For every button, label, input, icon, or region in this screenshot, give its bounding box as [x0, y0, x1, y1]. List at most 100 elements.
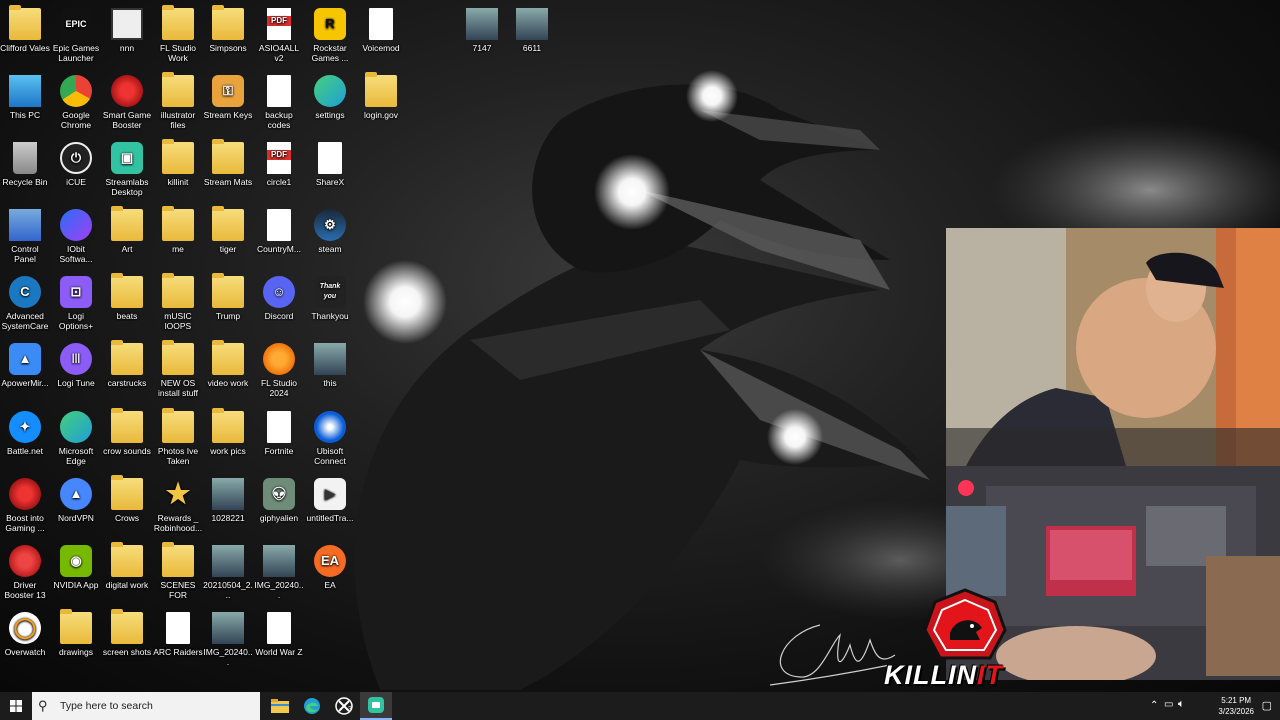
desktop-icon[interactable]: PDF ASIO4ALL v2 Instruction...	[254, 6, 304, 63]
folder-icon	[111, 408, 143, 443]
desktop-icon[interactable]: drawings	[51, 609, 101, 657]
desktop-icon[interactable]: Stream Mats	[203, 139, 253, 187]
desktop-icon[interactable]: this	[305, 341, 355, 388]
desktop-icon[interactable]: settings	[305, 73, 355, 120]
desktop-icon[interactable]: Control Panel	[0, 207, 50, 264]
desktop-icon[interactable]: backup codes 2fact...	[254, 73, 304, 130]
desktop-icon[interactable]: ▲ NordVPN	[51, 476, 101, 523]
desktop-icon[interactable]: Clifford Vales	[0, 5, 50, 53]
start-button[interactable]	[0, 692, 32, 720]
edge-icon	[314, 75, 346, 107]
desktop-icon[interactable]: IMG_20240...	[254, 543, 304, 600]
desktop-icon[interactable]: ◉ NVIDIA App	[51, 543, 101, 590]
folder-icon	[162, 408, 194, 443]
desktop-icon[interactable]: Microsoft Edge	[51, 409, 101, 466]
desktop-icon[interactable]: 7147	[457, 6, 507, 53]
desktop-icon[interactable]: Google Chrome	[51, 73, 101, 130]
taskbar-xbox[interactable]: 3	[328, 692, 360, 720]
desktop-icon[interactable]: Trump	[203, 273, 253, 321]
desktop-icon[interactable]: EPIC Epic Games Launcher	[51, 6, 101, 63]
desktop-icon-label: ShareX	[315, 177, 345, 187]
taskbar-file-explorer[interactable]	[264, 692, 296, 720]
desktop-icon[interactable]: Driver Booster 13	[0, 543, 50, 600]
desktop-icon[interactable]: C Advanced SystemCare	[0, 274, 50, 331]
desktop-icon[interactable]: Ubisoft Connect	[305, 409, 355, 466]
desktop-icon[interactable]: R Rockstar Games ...	[305, 6, 355, 63]
desktop-icon[interactable]: IMG_20240...	[203, 610, 253, 667]
desktop-icon[interactable]: ▲ ApowerMir...	[0, 341, 50, 388]
desktop-icon[interactable]: ARC Raiders	[153, 610, 203, 657]
desktop-icon[interactable]: FL Studio Work	[153, 5, 203, 63]
desktop-icon-label: SCENES FOR STREAM	[160, 580, 196, 600]
desktop-icon[interactable]: carstrucks	[102, 340, 152, 388]
desktop-icon[interactable]: Recycle Bin	[0, 140, 50, 187]
desktop-icon-label: FL Studio 2024	[260, 378, 298, 398]
desktop-icon[interactable]: ⚿ Stream Keys	[203, 73, 253, 120]
desktop-icon[interactable]: mUSIC lOOPS	[153, 273, 203, 331]
search-placeholder: Type here to search	[60, 700, 153, 712]
desktop-icon[interactable]: Crows	[102, 475, 152, 523]
desktop-icon[interactable]: ⊡ Logi Options+	[51, 274, 101, 331]
desktop-icon[interactable]: Thank you Thankyou	[305, 274, 355, 321]
desktop-icon[interactable]: This PC	[0, 73, 50, 120]
volume-icon[interactable]: 🔈︎	[1178, 698, 1185, 711]
desktop-icon[interactable]: me	[153, 206, 203, 254]
desktop-icon[interactable]: ☺ Discord	[254, 274, 304, 321]
desktop-icon[interactable]: 20210504_2...	[203, 543, 253, 600]
desktop-icon[interactable]: SCENES FOR STREAM	[153, 542, 203, 600]
clock[interactable]: 5:21 PM 3/23/2026	[1218, 695, 1254, 717]
desktop-icon[interactable]: ||| Logi Tune	[51, 341, 101, 388]
desktop-icon[interactable]: Voicemod	[356, 6, 406, 53]
streamlabs-icon	[368, 697, 384, 713]
desktop-icon[interactable]: killinit	[153, 139, 203, 187]
desktop-icon[interactable]: ◯ Overwatch	[0, 610, 50, 657]
desktop-icon[interactable]: digital work	[102, 542, 152, 590]
desktop-icon-label: killinit	[167, 177, 189, 187]
desktop-icon[interactable]: EA EA	[305, 543, 355, 590]
desktop-icon[interactable]: ★ Rewards _ Robinhood...	[153, 476, 203, 534]
desktop-icon[interactable]: ✦ Battle.net	[0, 409, 50, 456]
taskbar-search-box[interactable]: ⚲ Type here to search	[32, 692, 260, 720]
desktop-icon[interactable]: 👽︎ giphyalien	[254, 476, 304, 523]
desktop-icon-label: Google Chrome	[60, 110, 92, 130]
desktop-icon[interactable]: IObit Softwa...	[51, 207, 101, 264]
desktop-icon-label: ASIO4ALL v2 Instruction...	[258, 43, 300, 63]
folder-icon	[111, 340, 143, 375]
webcam-overlay	[946, 228, 1280, 466]
desktop-icon[interactable]: FL Studio 2024	[254, 341, 304, 398]
notifications-icon[interactable]: ▢	[1262, 699, 1272, 712]
desktop-icon[interactable]: Photos Ive Taken	[153, 408, 203, 466]
desktop-icon[interactable]: ⚙ steam	[305, 207, 355, 254]
desktop-icon[interactable]: ⏻ iCUE	[51, 140, 101, 187]
chevron-up-icon[interactable]: ⌃	[1150, 700, 1158, 711]
desktop-icon[interactable]: screen shots	[102, 609, 152, 657]
desktop-icon[interactable]: video work	[203, 340, 253, 388]
desktop-icon[interactable]: ▣ Streamlabs Desktop	[102, 140, 152, 197]
network-icon[interactable]: ▭	[1164, 699, 1173, 710]
desktop-icon[interactable]: Simpsons	[203, 5, 253, 53]
desktop-icon[interactable]: work pics	[203, 408, 253, 456]
desktop-icon[interactable]: CountryM...	[254, 207, 304, 254]
desktop-icon[interactable]: beats	[102, 273, 152, 321]
desktop-icon[interactable]: 6611	[507, 6, 557, 53]
desktop-icon[interactable]: Fortnite	[254, 409, 304, 456]
desktop-icon[interactable]: nnn	[102, 6, 152, 53]
desktop-icon[interactable]: Boost into Gaming ...	[0, 476, 50, 533]
desktop-icon-label: Control Panel	[11, 244, 39, 264]
taskbar-edge[interactable]	[296, 692, 328, 720]
desktop-icon[interactable]: NEW OS install stuff	[153, 340, 203, 398]
desktop-icon[interactable]: 1028221	[203, 476, 253, 523]
desktop-icon[interactable]: PDF circle1	[254, 140, 304, 187]
chrome-icon	[60, 75, 92, 107]
desktop-icon[interactable]: Art	[102, 206, 152, 254]
desktop-icon[interactable]: illustrator files	[153, 72, 203, 130]
desktop-icon[interactable]: Smart Game Booster	[102, 73, 152, 130]
desktop-icon[interactable]: tiger	[203, 206, 253, 254]
desktop-icon[interactable]: crow sounds	[102, 408, 152, 456]
desktop-icon[interactable]: login.gov	[356, 72, 406, 120]
desktop-icon[interactable]: World War Z	[254, 610, 304, 657]
ea-icon: EA	[314, 545, 346, 577]
desktop-icon[interactable]: ▶ untitledTra...	[305, 476, 355, 523]
desktop-icon[interactable]: ShareX	[305, 140, 355, 187]
taskbar-streamlabs[interactable]	[360, 692, 392, 720]
